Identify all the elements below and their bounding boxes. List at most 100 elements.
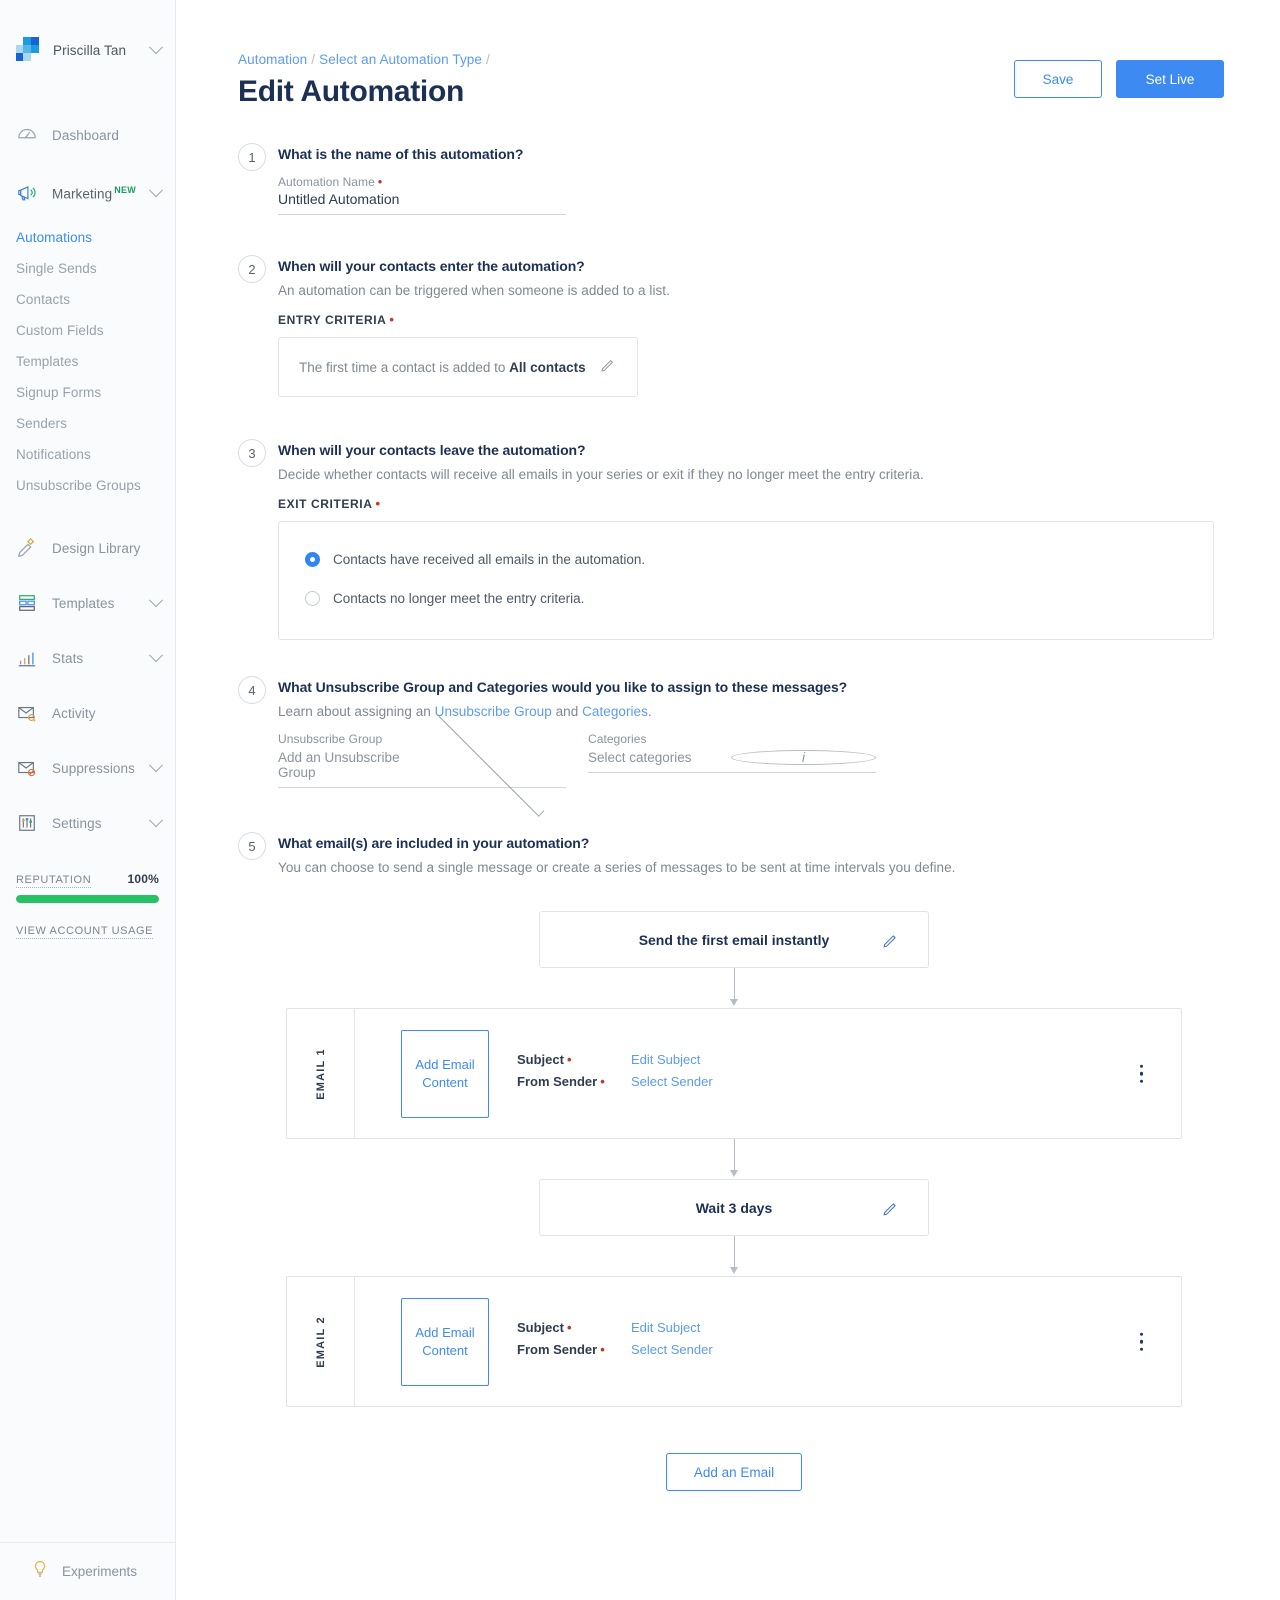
save-button[interactable]: Save (1014, 60, 1102, 98)
radio-unselected-icon[interactable] (305, 590, 320, 606)
sidebar-item-dashboard[interactable]: Dashboard (0, 116, 175, 154)
sidebar-item-label: Templates (52, 595, 115, 611)
lightbulb-icon (30, 1559, 50, 1584)
unsubscribe-group-link[interactable]: Unsubscribe Group (435, 704, 552, 719)
sidebar-item-activity[interactable]: Activity (0, 694, 175, 732)
exit-option-all-emails[interactable]: Contacts have received all emails in the… (305, 544, 1213, 574)
step-description: An automation can be triggered when some… (278, 283, 670, 298)
add-an-email-button[interactable]: Add an Email (666, 1453, 802, 1491)
email-rail-label: EMAIL 2 (314, 1315, 327, 1368)
sliders-icon (16, 812, 40, 834)
sidebar-item-experiments[interactable]: Experiments (0, 1542, 175, 1600)
radio-selected-icon[interactable] (305, 551, 320, 567)
sidebar-item-label: Activity (52, 705, 96, 721)
add-email-content-button[interactable]: Add Email Content (401, 1297, 489, 1386)
email-options-menu-icon[interactable] (1139, 1064, 1143, 1083)
pencil-icon[interactable] (600, 356, 617, 378)
categories-value: Select categories (588, 750, 692, 765)
chevron-down-icon[interactable] (148, 593, 164, 608)
sidebar-item-templates-section[interactable]: Templates (0, 584, 175, 622)
marketing-submenu: Automations Single Sends Contacts Custom… (0, 222, 175, 501)
step-body: When will your contacts leave the automa… (278, 439, 1230, 640)
chevron-down-icon[interactable] (148, 813, 164, 828)
categories-label: Categories (588, 732, 647, 746)
breadcrumb-separator: / (311, 52, 316, 67)
speedometer-icon (16, 124, 40, 146)
reputation-percent: 100% (127, 872, 159, 886)
edit-subject-link[interactable]: Edit Subject (631, 1052, 700, 1067)
sidebar-item-contacts[interactable]: Contacts (0, 284, 175, 315)
account-name: Priscilla Tan (53, 42, 127, 58)
sender-row: From Sender • Select Sender (517, 1342, 713, 1364)
required-marker: • (600, 1341, 605, 1357)
categories-select[interactable]: Select categories i (588, 748, 876, 773)
chevron-down-icon[interactable] (148, 40, 164, 55)
step-1: 1 What is the name of this automation? A… (238, 143, 1230, 215)
sidebar-item-stats[interactable]: Stats (0, 639, 175, 677)
info-icon[interactable]: i (731, 750, 876, 765)
required-marker: • (566, 1051, 572, 1067)
step-number: 2 (238, 255, 266, 283)
step-number: 5 (238, 832, 266, 860)
view-account-usage-link[interactable]: VIEW ACCOUNT USAGE (16, 925, 154, 939)
breadcrumb-select-type[interactable]: Select an Automation Type (319, 52, 482, 67)
sidebar-item-single-sends[interactable]: Single Sends (0, 253, 175, 284)
categories-link[interactable]: Categories (582, 704, 648, 719)
wait-step-label: Wait 3 days (695, 1199, 773, 1216)
reputation-bar-fill (16, 895, 159, 903)
exit-option-label: Contacts have received all emails in the… (333, 551, 646, 567)
required-marker: • (600, 1073, 605, 1089)
select-sender-link[interactable]: Select Sender (631, 1074, 713, 1089)
select-sender-link[interactable]: Select Sender (631, 1342, 713, 1357)
first-delay-card[interactable]: Send the first email instantly (539, 911, 929, 968)
sidebar-item-suppressions[interactable]: Suppressions (0, 749, 175, 787)
chevron-down-icon[interactable] (148, 648, 164, 663)
sidebar-item-custom-fields[interactable]: Custom Fields (0, 315, 175, 346)
exit-option-no-longer-meet[interactable]: Contacts no longer meet the entry criter… (305, 583, 1213, 613)
email-rail: EMAIL 2 (287, 1277, 355, 1406)
chevron-down-icon[interactable] (437, 710, 544, 817)
sidebar-item-notifications[interactable]: Notifications (0, 439, 175, 470)
sidebar-item-unsubscribe-groups[interactable]: Unsubscribe Groups (0, 470, 175, 501)
automation-name-input[interactable] (278, 189, 566, 215)
pencil-icon[interactable] (882, 931, 900, 954)
step-description: Learn about assigning an Unsubscribe Gro… (278, 704, 652, 719)
reputation-bar (16, 895, 159, 903)
sender-row: From Sender • Select Sender (517, 1074, 713, 1096)
sidebar-item-marketing[interactable]: Marketing NEW (0, 174, 175, 212)
subject-row: Subject • Edit Subject (517, 1320, 713, 1342)
add-email-wrap: Add an Email (238, 1453, 1230, 1491)
add-email-content-text: Add Email Content (415, 1324, 475, 1358)
step-5: 5 What email(s) are included in your aut… (238, 832, 1230, 875)
step-body: What email(s) are included in your autom… (278, 832, 1230, 875)
sidebar-item-settings[interactable]: Settings (0, 804, 175, 842)
exit-option-label: Contacts no longer meet the entry criter… (333, 590, 585, 606)
account-switcher[interactable]: Priscilla Tan (0, 30, 175, 70)
layout-template-icon (16, 592, 40, 614)
sidebar-item-templates[interactable]: Templates (0, 346, 175, 377)
sidebar-item-label: Experiments (62, 1564, 138, 1579)
sidebar-item-automations[interactable]: Automations (0, 222, 175, 253)
chevron-down-icon[interactable] (148, 758, 164, 773)
reputation-widget: REPUTATION 100% (0, 872, 175, 903)
sidebar-item-design-library[interactable]: Design Library (0, 529, 175, 567)
pencil-icon[interactable] (882, 1199, 900, 1222)
breadcrumb-automation[interactable]: Automation (238, 52, 307, 67)
unsubscribe-group-select[interactable]: Add an Unsubscribe Group (278, 710, 566, 817)
set-live-button[interactable]: Set Live (1116, 60, 1224, 98)
sidebar-item-senders[interactable]: Senders (0, 408, 175, 439)
edit-subject-link[interactable]: Edit Subject (631, 1320, 700, 1335)
step-3: 3 When will your contacts leave the auto… (238, 439, 1230, 640)
entry-criteria-card[interactable]: The first time a contact is added to All… (278, 337, 638, 397)
email-row-2: EMAIL 2 Add Email Content Subject • Edit S… (286, 1276, 1182, 1407)
chevron-down-icon[interactable] (148, 183, 164, 198)
email-options-menu-icon[interactable] (1139, 1332, 1143, 1351)
sidebar-item-signup-forms[interactable]: Signup Forms (0, 377, 175, 408)
wait-step-card[interactable]: Wait 3 days (539, 1179, 929, 1236)
sidebar-item-label: Design Library (52, 540, 141, 556)
nav-primary: Dashboard Marketing NEW Automations Sing… (0, 116, 175, 842)
envelope-block-icon (16, 757, 40, 779)
step-question: When will your contacts enter the automa… (278, 258, 585, 274)
add-email-content-button[interactable]: Add Email Content (401, 1029, 489, 1118)
pencil-ruler-icon (16, 537, 40, 559)
